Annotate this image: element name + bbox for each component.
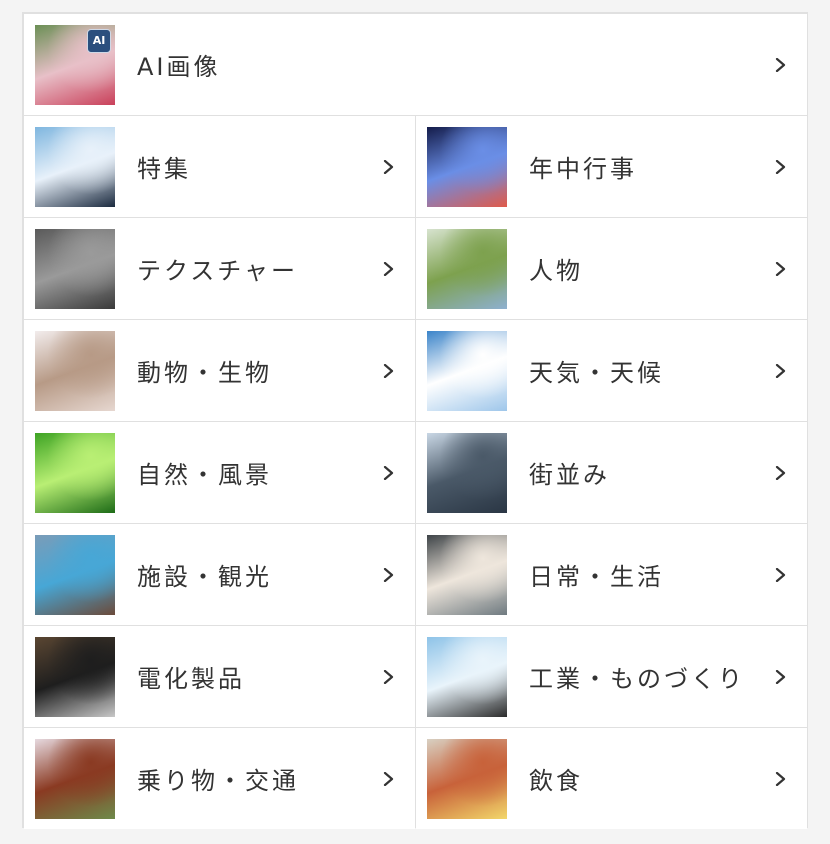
cranes-thumbnail	[427, 636, 507, 717]
clouds-sky-thumbnail	[427, 330, 507, 411]
category-item[interactable]: 自然・風景	[24, 422, 415, 523]
smartphones-thumbnail	[35, 636, 115, 717]
chevron-right-icon	[773, 57, 787, 72]
category-item[interactable]: 動物・生物	[24, 320, 415, 421]
category-label: 乗り物・交通	[137, 767, 299, 795]
ai-image-thumbnail: AI	[35, 24, 115, 105]
chevron-right-icon	[773, 261, 787, 276]
category-label: 年中行事	[529, 155, 637, 183]
category-item[interactable]: 人物	[416, 218, 807, 319]
category-label: 電化製品	[137, 665, 245, 693]
hot-spring-thumbnail	[35, 534, 115, 615]
category-label: 施設・観光	[137, 563, 272, 591]
train-cherry-thumbnail	[35, 738, 115, 819]
category-label: 動物・生物	[137, 359, 272, 387]
category-grid: AI AI画像 特集 年中行事 テクスチャー 人物 動物・生物 天気・天候 自然…	[22, 12, 808, 829]
fireworks-thumbnail	[427, 126, 507, 207]
category-item[interactable]: 特集	[24, 116, 415, 217]
category-item[interactable]: テクスチャー	[24, 218, 415, 319]
category-item[interactable]: 天気・天候	[416, 320, 807, 421]
chevron-right-icon	[381, 261, 395, 276]
category-label: 日常・生活	[529, 563, 664, 591]
category-item[interactable]: 電化製品	[24, 626, 415, 727]
metal-plate-thumbnail	[35, 228, 115, 309]
chevron-right-icon	[773, 771, 787, 786]
chevron-right-icon	[381, 363, 395, 378]
category-item[interactable]: 乗り物・交通	[24, 728, 415, 829]
category-label: AI画像	[137, 53, 221, 81]
category-item[interactable]: 日常・生活	[416, 524, 807, 625]
chevron-right-icon	[773, 567, 787, 582]
chevron-right-icon	[381, 159, 395, 174]
category-label: 特集	[137, 155, 191, 183]
category-item[interactable]: 工業・ものづくり	[416, 626, 807, 727]
feature-sky-thumbnail	[35, 126, 115, 207]
pizza-wine-thumbnail	[427, 738, 507, 819]
chevron-right-icon	[381, 771, 395, 786]
green-leaves-thumbnail	[35, 432, 115, 513]
chevron-right-icon	[773, 159, 787, 174]
chevron-right-icon	[381, 465, 395, 480]
hedgehog-thumbnail	[35, 330, 115, 411]
chevron-right-icon	[773, 363, 787, 378]
category-item[interactable]: AI AI画像	[24, 14, 807, 115]
category-label: 人物	[529, 257, 583, 285]
city-skyline-thumbnail	[427, 432, 507, 513]
category-label: 自然・風景	[137, 461, 272, 489]
book-desk-thumbnail	[427, 534, 507, 615]
category-label: 飲食	[529, 767, 583, 795]
category-item[interactable]: 施設・観光	[24, 524, 415, 625]
chevron-right-icon	[381, 567, 395, 582]
category-label: 工業・ものづくり	[529, 665, 745, 693]
chevron-right-icon	[773, 465, 787, 480]
chevron-right-icon	[773, 669, 787, 684]
ai-badge: AI	[87, 28, 111, 53]
category-label: 街並み	[529, 461, 610, 489]
chevron-right-icon	[381, 669, 395, 684]
category-label: 天気・天候	[529, 359, 664, 387]
category-label: テクスチャー	[137, 257, 299, 285]
category-item[interactable]: 飲食	[416, 728, 807, 829]
category-item[interactable]: 街並み	[416, 422, 807, 523]
couple-walking-thumbnail	[427, 228, 507, 309]
category-item[interactable]: 年中行事	[416, 116, 807, 217]
